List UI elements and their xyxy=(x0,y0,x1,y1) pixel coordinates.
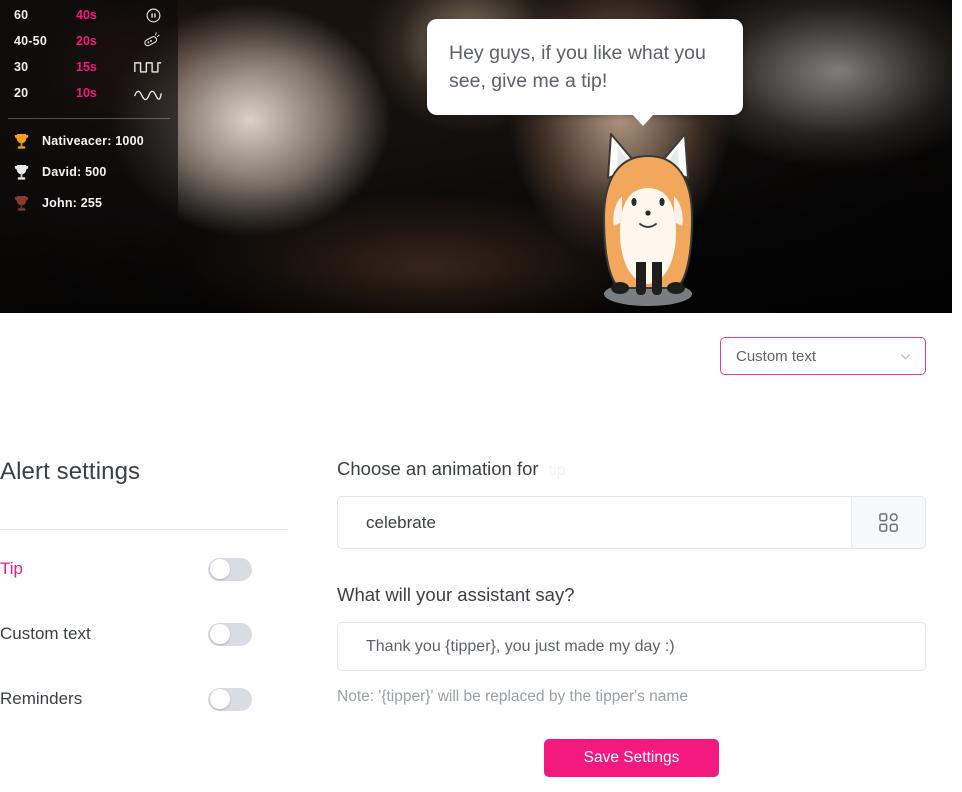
alert-settings-sidebar: Alert settings Tip Custom text Reminders xyxy=(0,458,288,725)
tip-duration: 40s xyxy=(76,8,97,22)
page-title: Alert settings xyxy=(0,458,141,485)
tipper-leaderboard: Nativeacer: 1000 David: 500 John: 255 xyxy=(0,127,178,222)
sidebar-item-reminders[interactable]: Reminders xyxy=(0,673,288,725)
leaderboard-row: John: 255 xyxy=(14,189,168,217)
sidebar-item-custom-text[interactable]: Custom text xyxy=(0,608,288,660)
leaderboard-entry: Nativeacer: 1000 xyxy=(42,134,144,148)
tip-amount: 40-50 xyxy=(14,34,47,48)
tip-menu-row: 20 10s xyxy=(14,82,168,104)
video-preview-stage[interactable]: 60 40s 40-50 20s 30 15s 20 10s Nativeace… xyxy=(0,0,952,313)
tip-duration: 20s xyxy=(76,34,97,48)
vibrator-remote-icon xyxy=(128,32,168,50)
gold-trophy-icon xyxy=(14,132,42,151)
tip-menu-row: 40-50 20s xyxy=(14,30,168,52)
toggle-knob xyxy=(209,624,230,644)
animation-label-text: Choose an animation for xyxy=(337,458,539,479)
assistant-say-input[interactable]: Thank you {tipper}, you just made my day… xyxy=(338,638,925,656)
toggle-custom-text[interactable] xyxy=(208,622,252,646)
tip-amount: 20 xyxy=(14,86,29,100)
animation-label-faint-text: tip xyxy=(548,462,566,479)
sine-wave-icon xyxy=(128,85,168,101)
apps-grid-icon[interactable] xyxy=(851,497,925,548)
tipper-placeholder-note: Note: '{tipper}' will be replaced by the… xyxy=(337,688,688,705)
assistant-say-field[interactable]: Thank you {tipper}, you just made my day… xyxy=(337,622,926,671)
assistant-speech-bubble: Hey guys, if you like what you see, give… xyxy=(427,19,743,126)
tip-menu: 60 40s 40-50 20s 30 15s 20 10s xyxy=(0,0,178,114)
leaderboard-entry: John: 255 xyxy=(42,196,103,210)
animation-field[interactable]: celebrate xyxy=(337,496,926,549)
sidebar-item-tip[interactable]: Tip xyxy=(0,543,288,595)
tip-duration: 15s xyxy=(76,60,97,74)
stream-overlay-panel: 60 40s 40-50 20s 30 15s 20 10s Nativeace… xyxy=(0,0,178,230)
pause-circle-icon xyxy=(128,7,168,24)
sidebar-item-label: Tip xyxy=(0,559,23,578)
alert-type-dropdown[interactable]: Custom text xyxy=(720,337,926,375)
tip-menu-row: 30 15s xyxy=(14,56,168,78)
save-button-wrap: Save Settings xyxy=(337,739,926,777)
alert-type-dropdown-value: Custom text xyxy=(736,347,817,365)
alert-config-form: Choose an animation for tip celebrate Wh… xyxy=(337,458,926,777)
bronze-trophy-icon xyxy=(14,194,42,213)
silver-trophy-icon xyxy=(14,163,42,182)
animation-field-label: Choose an animation for tip xyxy=(337,458,926,480)
toggle-knob xyxy=(209,559,230,579)
toggle-reminders[interactable] xyxy=(208,687,252,711)
leaderboard-row: Nativeacer: 1000 xyxy=(14,127,168,155)
alert-type-dropdown-wrap: Custom text xyxy=(720,337,926,375)
overlay-divider xyxy=(8,118,170,119)
save-settings-button[interactable]: Save Settings xyxy=(544,739,719,777)
square-wave-icon xyxy=(128,59,168,75)
tip-amount: 60 xyxy=(14,8,29,22)
sidebar-divider xyxy=(0,529,288,530)
leaderboard-row: David: 500 xyxy=(14,158,168,186)
settings-page: Custom text Alert settings Tip Custom te… xyxy=(0,313,962,792)
toggle-knob xyxy=(209,689,230,709)
tip-duration: 10s xyxy=(76,86,97,100)
sidebar-item-label: Custom text xyxy=(0,624,91,643)
assistant-say-label: What will your assistant say? xyxy=(337,584,926,606)
tip-amount: 30 xyxy=(14,60,29,74)
chevron-down-icon xyxy=(898,349,913,364)
toggle-tip[interactable] xyxy=(208,557,252,581)
fox-mascot xyxy=(578,122,718,307)
tip-menu-row: 60 40s xyxy=(14,4,168,26)
sidebar-item-label: Reminders xyxy=(0,689,83,708)
leaderboard-entry: David: 500 xyxy=(42,165,107,179)
speech-bubble-text: Hey guys, if you like what you see, give… xyxy=(449,42,706,92)
assistant-say-label-text: What will your assistant say? xyxy=(337,584,575,605)
animation-input[interactable]: celebrate xyxy=(338,497,851,548)
